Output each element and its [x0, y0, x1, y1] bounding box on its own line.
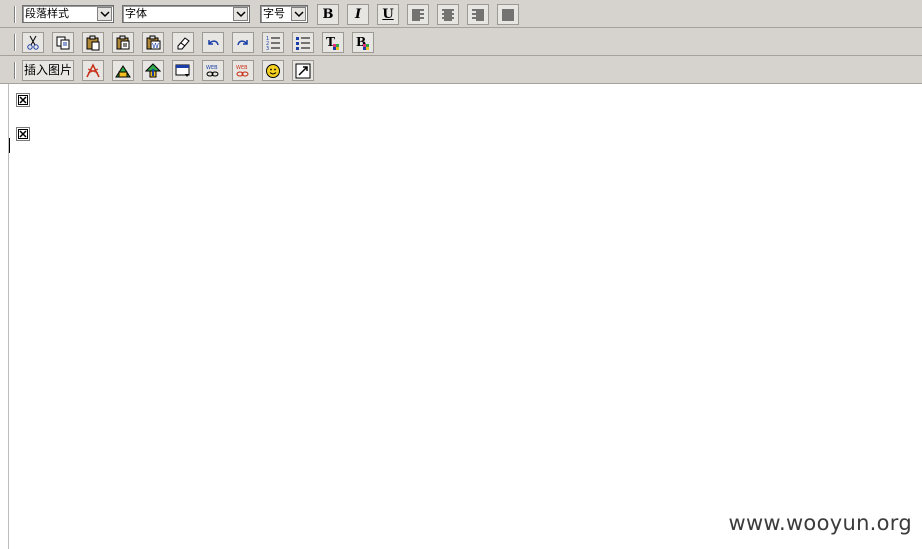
- fullscreen-button[interactable]: [292, 60, 314, 81]
- background-color-icon: B: [356, 35, 369, 50]
- editor-content-area[interactable]: [0, 84, 922, 549]
- paragraph-style-select[interactable]: 段落样式: [22, 5, 114, 23]
- cut-icon: [27, 35, 39, 50]
- unordered-list-icon: [296, 37, 310, 50]
- svg-text:WEB: WEB: [206, 65, 218, 71]
- background-color-button[interactable]: B: [352, 32, 374, 53]
- eraser-button[interactable]: [172, 32, 194, 53]
- copy-button[interactable]: [52, 32, 74, 53]
- paste-text-button[interactable]: [112, 32, 134, 53]
- font-select[interactable]: 字体: [122, 5, 250, 23]
- italic-icon: I: [354, 7, 362, 22]
- web-link-button[interactable]: WEB: [202, 60, 224, 81]
- unordered-list-button[interactable]: [292, 32, 314, 53]
- svg-text:WEB: WEB: [236, 65, 248, 71]
- unlink-button[interactable]: WEB: [232, 60, 254, 81]
- copy-icon: [56, 36, 70, 50]
- flash-button[interactable]: [82, 60, 104, 81]
- paste-text-icon: [116, 35, 130, 50]
- svg-text:W: W: [152, 42, 159, 50]
- broken-image-icon[interactable]: [16, 93, 30, 107]
- fullscreen-icon: [295, 63, 311, 79]
- emoticon-icon: [266, 64, 280, 78]
- table-icon: [175, 64, 190, 77]
- align-center-icon: [442, 9, 454, 21]
- svg-text:3: 3: [266, 46, 269, 51]
- paste-button[interactable]: [82, 32, 104, 53]
- align-center-button[interactable]: [437, 4, 459, 25]
- toolbar-grip: [14, 62, 16, 79]
- insert-image-button[interactable]: 插入图片: [22, 60, 74, 81]
- cut-button[interactable]: [22, 32, 44, 53]
- picture-button[interactable]: [112, 60, 134, 81]
- toolbar-grip: [14, 34, 16, 51]
- editor-border: [8, 84, 9, 549]
- upload-button[interactable]: [142, 60, 164, 81]
- chevron-down-icon[interactable]: [233, 7, 248, 21]
- align-left-icon: [412, 9, 424, 21]
- bold-button[interactable]: B: [317, 4, 339, 25]
- emoticon-button[interactable]: [262, 60, 284, 81]
- underline-icon: U: [382, 7, 394, 22]
- web-link-icon: WEB: [206, 65, 219, 77]
- toolbar-grip: [14, 6, 16, 23]
- eraser-icon: [177, 37, 190, 50]
- paste-icon: [86, 35, 100, 51]
- font-size-label: 字号: [263, 8, 285, 20]
- picture-icon: [115, 65, 131, 78]
- unlink-icon: WEB: [236, 65, 249, 77]
- font-label: 字体: [125, 8, 147, 20]
- justify-button[interactable]: [497, 4, 519, 25]
- font-size-select[interactable]: 字号: [260, 5, 308, 23]
- chevron-down-icon[interactable]: [97, 7, 112, 21]
- text-color-icon: T: [326, 35, 339, 50]
- ordered-list-button[interactable]: 123: [262, 32, 284, 53]
- text-caret: [9, 138, 10, 153]
- edit-toolbar: W 123 T B: [0, 28, 922, 56]
- undo-icon: [208, 40, 219, 46]
- bold-icon: B: [322, 7, 334, 22]
- redo-button[interactable]: [232, 32, 254, 53]
- paste-word-button[interactable]: W: [142, 32, 164, 53]
- justify-icon: [502, 9, 514, 21]
- undo-button[interactable]: [202, 32, 224, 53]
- text-color-button[interactable]: T: [322, 32, 344, 53]
- insert-toolbar: 插入图片 WEB WEB: [0, 56, 922, 84]
- paste-word-icon: W: [146, 35, 161, 50]
- align-right-button[interactable]: [467, 4, 489, 25]
- ordered-list-icon: 123: [266, 36, 280, 51]
- align-left-button[interactable]: [407, 4, 429, 25]
- formatting-toolbar: 段落样式 字体 字号 B I U: [0, 0, 922, 28]
- flash-icon: [86, 63, 100, 78]
- align-right-icon: [472, 9, 484, 21]
- paragraph-style-label: 段落样式: [25, 8, 69, 20]
- broken-image-icon[interactable]: [16, 127, 30, 141]
- insert-image-label: 插入图片: [23, 63, 72, 77]
- upload-icon: [145, 63, 161, 78]
- underline-button[interactable]: U: [377, 4, 399, 25]
- table-button[interactable]: [172, 60, 194, 81]
- italic-button[interactable]: I: [347, 4, 369, 25]
- chevron-down-icon[interactable]: [291, 7, 306, 21]
- redo-icon: [237, 40, 248, 46]
- watermark: www.wooyun.org: [728, 511, 912, 535]
